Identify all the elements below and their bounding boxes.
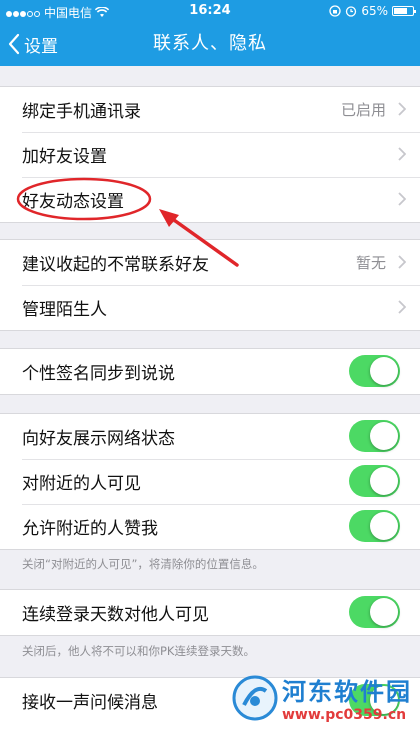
toggle-knob <box>370 357 398 385</box>
row-value: 暂无 <box>355 254 386 272</box>
row-value: 已启用 <box>340 101 386 119</box>
battery-percent: 65% <box>361 4 388 18</box>
battery-icon <box>392 6 416 16</box>
chevron-right-icon <box>398 300 406 314</box>
chevron-right-icon <box>398 147 406 161</box>
watermark: 河东软件园 www.pc0359.cn <box>232 672 412 723</box>
row-network-status: 向好友展示网络状态 <box>0 414 420 459</box>
login-days-toggle[interactable] <box>349 596 400 628</box>
status-bar: 中国电信 16:24 65% <box>0 0 420 22</box>
watermark-url: www.pc0359.cn <box>282 707 407 723</box>
row-login-days-visible: 连续登录天数对他人可见 <box>0 590 420 635</box>
row-label: 连续登录天数对他人可见 <box>22 605 209 625</box>
watermark-logo-icon <box>232 675 278 720</box>
row-label: 接收一声问候消息 <box>22 693 158 713</box>
toggle-knob <box>370 512 398 540</box>
watermark-text: 河东软件园 www.pc0359.cn <box>282 672 412 723</box>
annotation-arrow <box>159 209 239 267</box>
toggle-knob <box>370 598 398 626</box>
chevron-right-icon <box>398 255 406 269</box>
row-label: 向好友展示网络状态 <box>22 429 175 449</box>
page-title: 联系人、隐私 <box>153 33 267 54</box>
chevron-right-icon <box>398 102 406 116</box>
row-label: 允许附近的人赞我 <box>22 519 158 539</box>
annotation-ellipse <box>16 177 152 221</box>
row-bind-contacts[interactable]: 绑定手机通讯录 已启用 <box>0 87 420 132</box>
nearby-note: 关闭“对附近的人可见”，将清除你的位置信息。 <box>22 557 264 571</box>
network-status-toggle[interactable] <box>349 420 400 452</box>
nav-bar: 设置 联系人、隐私 <box>0 22 420 66</box>
row-label: 管理陌生人 <box>22 300 107 320</box>
row-label: 加好友设置 <box>22 147 107 167</box>
row-nearby-like: 允许附近的人赞我 <box>0 504 420 549</box>
watermark-title: 河东软件园 <box>282 678 412 706</box>
login-days-note: 关闭后，他人将不可以和你PK连续登录天数。 <box>22 644 255 658</box>
signature-sync-toggle[interactable] <box>349 355 400 387</box>
row-label: 个性签名同步到说说 <box>22 364 175 384</box>
chevron-right-icon <box>398 192 406 206</box>
alarm-icon <box>346 6 357 17</box>
toggle-knob <box>370 422 398 450</box>
row-label: 绑定手机通讯录 <box>22 102 141 122</box>
toggle-knob <box>370 467 398 495</box>
row-manage-strangers[interactable]: 管理陌生人 <box>0 285 420 330</box>
group-signature: 个性签名同步到说说 <box>0 348 420 395</box>
group-visibility: 向好友展示网络状态 对附近的人可见 允许附近的人赞我 <box>0 413 420 550</box>
status-right: 65% <box>329 4 416 18</box>
row-add-friend-settings[interactable]: 加好友设置 <box>0 132 420 177</box>
row-nearby-visible: 对附近的人可见 <box>0 459 420 504</box>
group-login-days: 连续登录天数对他人可见 <box>0 589 420 636</box>
orientation-lock-icon <box>329 5 341 17</box>
row-label: 对附近的人可见 <box>22 474 141 494</box>
nearby-visible-toggle[interactable] <box>349 465 400 497</box>
nearby-like-toggle[interactable] <box>349 510 400 542</box>
row-signature-sync: 个性签名同步到说说 <box>0 349 420 394</box>
